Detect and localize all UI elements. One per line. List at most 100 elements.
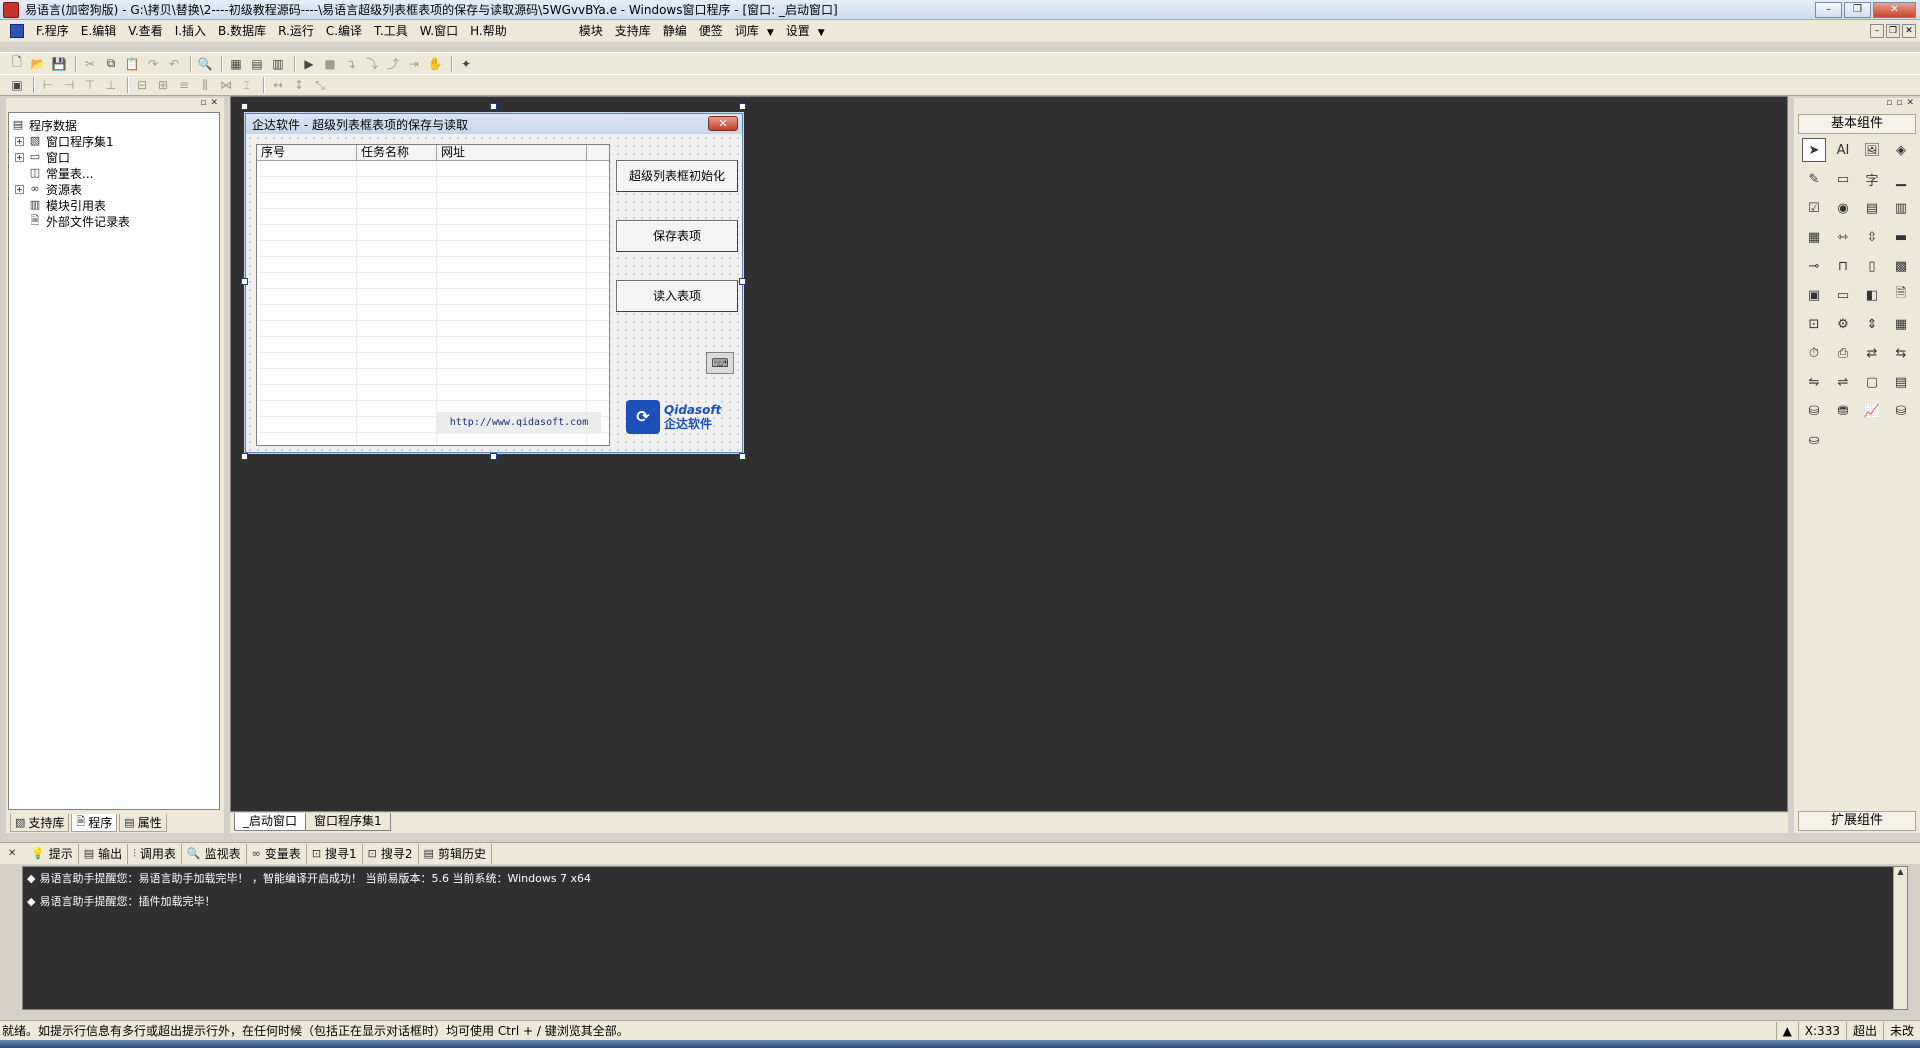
network-server-icon[interactable]: ⇆ [1889, 341, 1913, 365]
tree-item-program-data[interactable]: ▤ 程序数据 [11, 117, 217, 133]
same-width-icon[interactable]: ↔ [269, 76, 287, 94]
data-provider-icon[interactable]: ⇌ [1831, 370, 1855, 394]
radio-button-icon[interactable]: ◉ [1831, 196, 1855, 220]
text-label-icon[interactable]: 字 [1860, 167, 1884, 191]
expand-icon[interactable]: + [15, 152, 24, 162]
db-connect-icon[interactable]: ⛁ [1802, 399, 1826, 423]
grid-table-icon[interactable]: ▦ [1889, 312, 1913, 336]
menu-settings[interactable]: 设置 ▼ [780, 20, 831, 42]
odbc-database-icon[interactable]: ⛁ [1889, 399, 1913, 423]
resize-handle-e[interactable] [739, 278, 746, 285]
pause-hand-icon[interactable]: ✋ [426, 55, 444, 73]
resize-handle-ne[interactable] [739, 103, 746, 110]
tree-item-constants[interactable]: ◫ 常量表... [11, 165, 217, 181]
progress-bar-icon[interactable]: ▬ [1889, 225, 1913, 249]
minimize-button[interactable]: – [1815, 2, 1842, 18]
mdi-close-button[interactable]: ✕ [1902, 24, 1916, 38]
save-items-button[interactable]: 保存表项 [616, 220, 738, 252]
file-box-icon[interactable]: 🗎 [1889, 283, 1913, 307]
load-items-button[interactable]: 读入表项 [616, 280, 738, 312]
tab-variables[interactable]: ∞ 变量表 [247, 843, 307, 864]
space-vertical-icon[interactable]: ⌶ [238, 76, 256, 94]
tab-output[interactable]: ▤ 输出 [79, 843, 129, 864]
tab-hints[interactable]: 💡 提示 [26, 843, 79, 864]
tree-item-external-files[interactable]: 🗎 外部文件记录表 [11, 213, 217, 229]
tab-support-libs[interactable]: ▧ 支持库 [10, 814, 70, 832]
animation-box-icon[interactable]: ▯ [1860, 254, 1884, 278]
designed-form[interactable]: 企达软件 - 超级列表框表项的保存与读取 ✕ 序号 任务名称 网址 http:/… [245, 113, 743, 453]
picture-box-icon[interactable]: 🖼 [1860, 138, 1884, 162]
timer-component-icon[interactable]: ⌨ [706, 352, 734, 374]
mdi-restore-button[interactable]: ❐ [1886, 24, 1900, 38]
select-list-icon[interactable]: ▦ [1802, 225, 1826, 249]
url-label[interactable]: http://www.qidasoft.com [437, 412, 601, 434]
tab-properties[interactable]: ▤ 属性 [119, 814, 167, 832]
layout-2-icon[interactable]: ▤ [248, 55, 266, 73]
adjuster-icon[interactable]: ⚙ [1831, 312, 1855, 336]
tree-item-module-refs[interactable]: ▥ 模块引用表 [11, 197, 217, 213]
tree-item-resources[interactable]: + ∞ 资源表 [11, 181, 217, 197]
tab-search-2[interactable]: ⊡ 搜寻2 [363, 843, 419, 864]
label-tool-icon[interactable]: AI [1831, 138, 1855, 162]
data-source-icon[interactable]: ⇋ [1802, 370, 1826, 394]
copy-icon[interactable]: ⧉ [102, 55, 120, 73]
space-horizontal-icon[interactable]: ⋈ [217, 76, 235, 94]
tree-item-module-set[interactable]: + ▧ 窗口程序集1 [11, 133, 217, 149]
resize-handle-s[interactable] [490, 453, 497, 460]
menu-static-compile[interactable]: 静编 [657, 20, 693, 42]
checkbox-icon[interactable]: ☑ [1802, 196, 1826, 220]
align-right-icon[interactable]: ⊣ [60, 76, 78, 94]
layout-3-icon[interactable]: ▥ [269, 55, 287, 73]
directory-box-icon[interactable]: ▭ [1831, 283, 1855, 307]
drive-box-icon[interactable]: ▣ [1802, 283, 1826, 307]
group-box-icon[interactable]: ▭ [1831, 167, 1855, 191]
mdi-minimize-button[interactable]: – [1870, 24, 1884, 38]
layout-1-icon[interactable]: ▦ [227, 55, 245, 73]
menu-insert[interactable]: I.插入 [169, 20, 212, 42]
network-client-icon[interactable]: ⇄ [1860, 341, 1884, 365]
new-file-icon[interactable]: 🗋 [8, 55, 26, 73]
super-listview[interactable]: 序号 任务名称 网址 http://www.qidasoft.com [256, 144, 610, 446]
form-close-icon[interactable]: ✕ [708, 116, 738, 131]
same-size-icon[interactable]: ⤡ [311, 76, 329, 94]
slider-icon[interactable]: ⊸ [1802, 254, 1826, 278]
tab-control-icon[interactable]: ⊓ [1831, 254, 1855, 278]
column-header-index[interactable]: 序号 [257, 145, 357, 160]
caret-up-icon[interactable]: ▲ [1775, 1022, 1798, 1040]
hyperlink-icon[interactable]: ⊡ [1802, 312, 1826, 336]
output-scrollbar[interactable]: ▲ [1893, 867, 1907, 1009]
restore-button[interactable]: ❐ [1844, 2, 1871, 18]
tab-window-module[interactable]: 窗口程序集1 [305, 813, 391, 831]
resize-handle-w[interactable] [241, 278, 248, 285]
assistant-icon[interactable]: ✦ [457, 55, 475, 73]
qidasoft-logo[interactable]: ⟳ Qidasoft 企达软件 [626, 394, 736, 440]
open-folder-icon[interactable]: 📂 [29, 55, 47, 73]
menu-view[interactable]: V.查看 [122, 20, 168, 42]
save-icon[interactable]: 💾 [50, 55, 68, 73]
menu-run[interactable]: R.运行 [272, 20, 320, 42]
db-record-icon[interactable]: ⛃ [1831, 399, 1855, 423]
expand-icon[interactable]: + [15, 184, 24, 194]
tree-item-window[interactable]: + ▭ 窗口 [11, 149, 217, 165]
calendar-icon[interactable]: ▩ [1889, 254, 1913, 278]
tab-call-stack[interactable]: ⫶ 调用表 [128, 843, 182, 864]
menu-notes[interactable]: 便签 [693, 20, 729, 42]
step-over-icon[interactable]: ⤵ [363, 55, 381, 73]
panel-buttons-icon[interactable]: ▫▫✕ [1794, 98, 1920, 110]
column-header-task-name[interactable]: 任务名称 [357, 145, 437, 160]
undo-icon[interactable]: ↶ [165, 55, 183, 73]
init-listview-button[interactable]: 超级列表框初始化 [616, 160, 738, 192]
center-vertical-icon[interactable]: ⊞ [154, 76, 172, 94]
form-canvas[interactable]: 序号 任务名称 网址 http://www.qidasoft.com 超级列表框… [246, 134, 742, 452]
tab-program[interactable]: 🗎 程序 [71, 814, 118, 832]
menu-database[interactable]: B.数据库 [212, 20, 272, 42]
scroll-horizontal-icon[interactable]: ⇿ [1831, 225, 1855, 249]
grid-toggle-icon[interactable]: ▣ [8, 76, 26, 94]
step-out-icon[interactable]: ⤴ [384, 55, 402, 73]
line-icon[interactable]: ▁ [1889, 167, 1913, 191]
basic-components-header[interactable]: 基本组件 [1798, 114, 1916, 134]
menu-support-libs[interactable]: 支持库 [609, 20, 657, 42]
combobox-icon[interactable]: ▤ [1860, 196, 1884, 220]
color-picker-icon[interactable]: ◧ [1860, 283, 1884, 307]
table-icon[interactable]: ▤ [1889, 370, 1913, 394]
